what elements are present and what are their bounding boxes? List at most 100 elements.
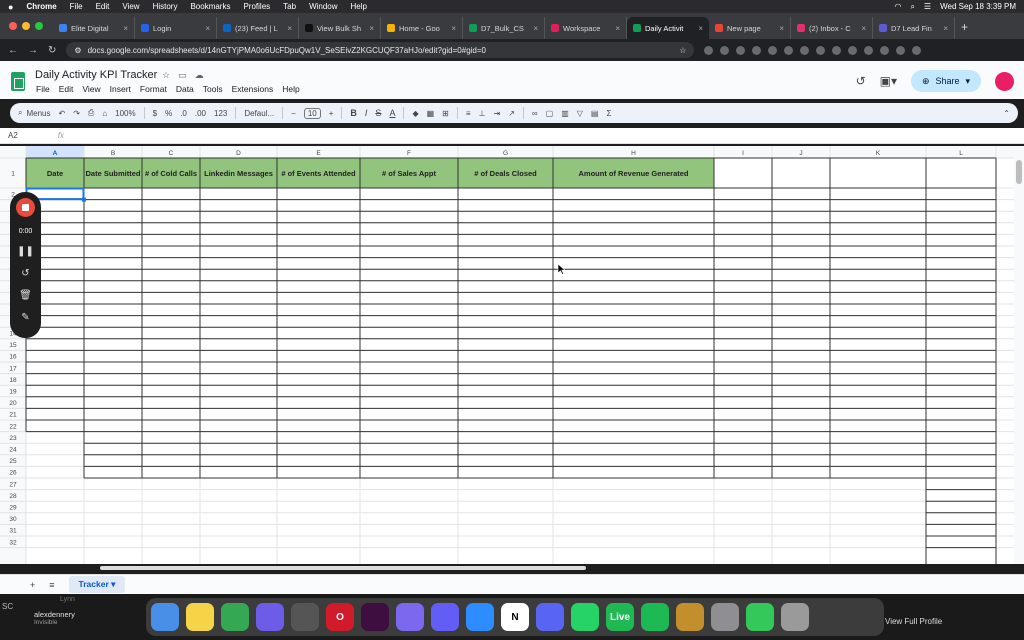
font-select[interactable]: Defaul... — [244, 109, 274, 118]
extension-icon[interactable] — [848, 45, 858, 55]
row-header-28[interactable]: 28 — [9, 493, 17, 500]
browser-tab[interactable]: Daily Activit × — [627, 17, 709, 39]
horizontal-scrollbar[interactable] — [100, 566, 586, 570]
strikethrough-button[interactable]: S — [375, 108, 381, 118]
menu-format[interactable]: Format — [140, 84, 167, 94]
header-cell[interactable]: Date — [47, 169, 63, 178]
delete-icon[interactable]: 🗑 — [19, 290, 32, 301]
filter-views-icon[interactable]: ▤ — [591, 109, 599, 118]
vertical-scrollbar[interactable] — [1014, 146, 1024, 564]
sheet-tab-tracker[interactable]: Tracker ▾ — [68, 576, 126, 593]
close-tab-icon[interactable]: × — [698, 24, 703, 33]
cloud-status-icon[interactable]: ☁ — [195, 70, 204, 81]
vertical-align-icon[interactable]: ⊥ — [479, 109, 486, 118]
extension-icon[interactable] — [912, 45, 922, 55]
column-header-G[interactable]: G — [503, 150, 508, 157]
header-cell[interactable]: # of Sales Appt — [382, 169, 436, 178]
insert-link-icon[interactable]: ∞ — [532, 109, 538, 118]
decrease-font-size-button[interactable]: − — [291, 109, 296, 118]
menubar-item-profiles[interactable]: Profiles — [243, 2, 270, 11]
menus-search-button[interactable]: ⌕ Menus — [18, 108, 51, 118]
font-size-input[interactable]: 10 — [303, 107, 321, 119]
menubar-item-window[interactable]: Window — [309, 2, 337, 11]
extension-icon[interactable] — [832, 45, 842, 55]
version-history-icon[interactable]: ↺ — [856, 74, 866, 88]
extension-icon[interactable] — [784, 45, 794, 55]
row-header-23[interactable]: 23 — [9, 435, 17, 442]
extension-icon[interactable] — [768, 45, 778, 55]
bookmark-star-icon[interactable]: ☆ — [679, 46, 686, 55]
dock-facetime-icon[interactable] — [746, 603, 774, 631]
dock-league-icon[interactable] — [676, 603, 704, 631]
document-title[interactable]: Daily Activity KPI Tracker — [35, 69, 157, 81]
browser-tab[interactable]: Workspace × — [545, 17, 627, 39]
row-header-32[interactable]: 32 — [9, 539, 17, 546]
borders-icon[interactable]: ▦ — [427, 109, 435, 118]
dock-slack-icon[interactable] — [361, 603, 389, 631]
browser-tab[interactable]: New page × — [709, 17, 791, 39]
dock-notion-icon[interactable]: N — [501, 603, 529, 631]
menu-edit[interactable]: Edit — [59, 84, 74, 94]
menu-extensions[interactable]: Extensions — [232, 84, 274, 94]
menubar-item-file[interactable]: File — [70, 2, 83, 11]
menubar-item-edit[interactable]: Edit — [96, 2, 110, 11]
print-icon[interactable]: ⎙ — [88, 108, 94, 118]
header-cell[interactable]: Linkedin Messages — [204, 169, 273, 178]
increase-decimal-button[interactable]: .00 — [195, 109, 206, 118]
close-tab-icon[interactable]: × — [287, 24, 292, 33]
close-tab-icon[interactable]: × — [205, 24, 210, 33]
restart-icon[interactable]: ↺ — [21, 268, 29, 279]
menubar-item-help[interactable]: Help — [351, 2, 367, 11]
dock-live-icon[interactable]: Live — [606, 603, 634, 631]
pause-icon[interactable]: ❚❚ — [17, 246, 34, 257]
star-icon[interactable]: ☆ — [162, 70, 170, 81]
fill-color-icon[interactable]: ◆ — [412, 109, 418, 118]
browser-tab[interactable]: Login × — [135, 17, 217, 39]
browser-tab[interactable]: Home - Goo × — [381, 17, 463, 39]
column-header-D[interactable]: D — [236, 150, 241, 157]
apple-icon[interactable]: ● — [8, 2, 13, 12]
row-header-22[interactable]: 22 — [9, 423, 17, 430]
discord-user-panel[interactable]: alexdennery Invisible — [34, 610, 75, 626]
column-header-L[interactable]: L — [959, 150, 963, 157]
column-header-J[interactable]: J — [799, 150, 802, 157]
browser-tab[interactable]: (23) Feed | L × — [217, 17, 299, 39]
text-wrap-icon[interactable]: ⇥ — [494, 109, 501, 118]
extension-icon[interactable] — [816, 45, 826, 55]
row-header-1[interactable]: 1 — [11, 171, 15, 178]
insert-comment-icon[interactable]: ▢ — [546, 109, 554, 118]
row-header-18[interactable]: 18 — [9, 377, 17, 384]
new-tab-button[interactable]: + — [955, 20, 974, 39]
menubar-item-history[interactable]: History — [153, 2, 178, 11]
close-tab-icon[interactable]: × — [533, 24, 538, 33]
header-cell[interactable]: # of Deals Closed — [474, 169, 537, 178]
text-rotation-icon[interactable]: ↗ — [508, 109, 515, 118]
move-folder-icon[interactable]: ▭ — [178, 70, 187, 81]
dock-settings-icon[interactable] — [711, 603, 739, 631]
address-bar[interactable]: ⚙ docs.google.com/spreadsheets/d/14nGTYj… — [66, 42, 695, 58]
number-format-button[interactable]: 123 — [214, 109, 227, 118]
dock-chrome-icon[interactable] — [221, 603, 249, 631]
redo-icon[interactable]: ↷ — [73, 109, 80, 118]
browser-tab[interactable]: (2) Inbox - C × — [791, 17, 873, 39]
row-header-20[interactable]: 20 — [9, 400, 17, 407]
fill-handle[interactable] — [82, 197, 86, 202]
add-sheet-button[interactable]: + — [30, 580, 35, 590]
dock-notes-icon[interactable] — [186, 603, 214, 631]
menu-file[interactable]: File — [36, 84, 50, 94]
italic-button[interactable]: I — [365, 108, 368, 118]
row-header-15[interactable]: 15 — [9, 342, 17, 349]
close-tab-icon[interactable]: × — [369, 24, 374, 33]
header-cell[interactable]: Amount of Revenue Generated — [578, 169, 688, 178]
column-header-E[interactable]: E — [316, 150, 321, 157]
extension-icon[interactable] — [800, 45, 810, 55]
extension-icon[interactable] — [720, 45, 730, 55]
draw-icon[interactable]: ✎ — [21, 312, 29, 323]
merge-cells-icon[interactable]: ⊞ — [442, 109, 449, 118]
dock-whatsapp-icon[interactable] — [571, 603, 599, 631]
close-tab-icon[interactable]: × — [615, 24, 620, 33]
stop-recording-button[interactable] — [16, 198, 35, 217]
header-cell[interactable]: Date Submitted — [85, 169, 140, 178]
currency-format-button[interactable]: $ — [153, 109, 157, 118]
extension-icon[interactable] — [736, 45, 746, 55]
